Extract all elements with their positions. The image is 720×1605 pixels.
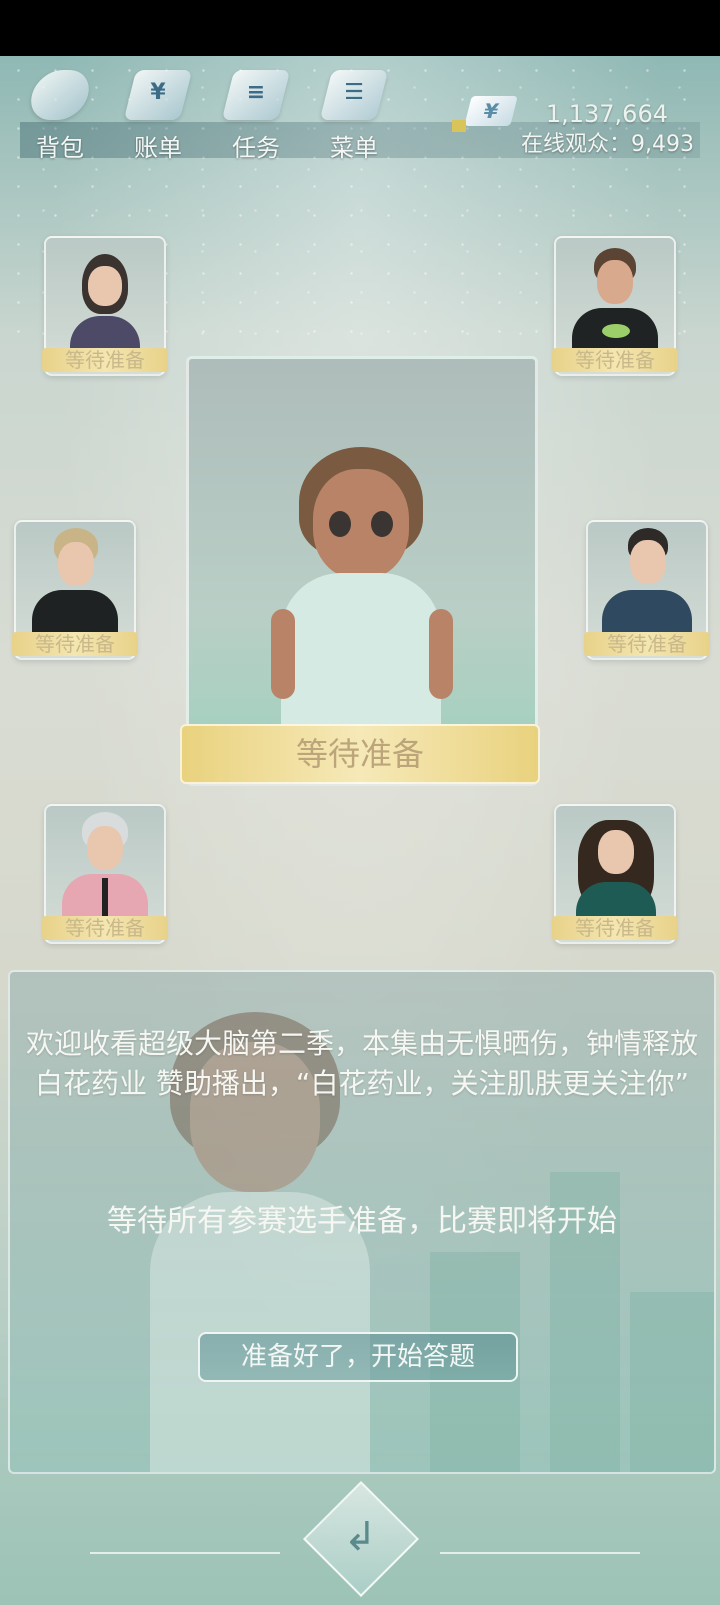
status-tag: 等待准备 xyxy=(42,348,168,372)
status-tag: 等待准备 xyxy=(12,632,138,656)
contestant-card[interactable]: 等待准备 xyxy=(552,236,678,376)
contestant-card[interactable]: 等待准备 xyxy=(42,804,168,944)
welcome-message: 欢迎收看超级大脑第二季，本集由无惧晒伤，钟情释放 白花药业 赞助播出，“白花药业… xyxy=(25,1027,698,1100)
contestant-card[interactable]: 等待准备 xyxy=(584,520,710,660)
decorative-line xyxy=(90,1552,280,1554)
bill-button[interactable]: ¥ 账单 xyxy=(118,66,198,162)
contestant-avatar xyxy=(48,808,162,920)
decorative-line xyxy=(440,1552,640,1554)
info-panel: 欢迎收看超级大脑第二季，本集由无惧晒伤，钟情释放 白花药业 赞助播出，“白花药业… xyxy=(8,970,716,1474)
contestant-avatar xyxy=(558,240,672,352)
task-button[interactable]: ≡ 任务 xyxy=(216,66,296,162)
backpack-icon xyxy=(25,70,95,120)
status-tag: 等待准备 xyxy=(42,916,168,940)
currency-chip xyxy=(452,120,466,132)
online-viewers: 在线观众：9,493 xyxy=(521,132,694,157)
ready-start-button[interactable]: 准备好了，开始答题 xyxy=(198,1332,518,1382)
bill-label: 账单 xyxy=(134,134,182,162)
contestant-card[interactable]: 等待准备 xyxy=(42,236,168,376)
back-arrow-icon: ↲ xyxy=(343,1514,377,1560)
task-label: 任务 xyxy=(232,134,280,162)
main-player-avatar xyxy=(189,359,535,783)
main-player-card[interactable] xyxy=(186,356,538,786)
status-bar xyxy=(0,0,720,56)
menu-label: 菜单 xyxy=(330,134,378,162)
status-tag: 等待准备 xyxy=(584,632,710,656)
status-tag: 等待准备 xyxy=(552,916,678,940)
money-amount: 1,137,664 xyxy=(545,100,668,128)
contestant-avatar xyxy=(48,240,162,352)
backpack-button[interactable]: 背包 xyxy=(20,66,100,162)
backpack-label: 背包 xyxy=(36,134,84,162)
contestant-card[interactable]: 等待准备 xyxy=(12,520,138,660)
contestant-avatar xyxy=(18,524,132,636)
contestant-avatar xyxy=(558,808,672,920)
waiting-message: 等待所有参赛选手准备，比赛即将开始 xyxy=(107,1204,617,1239)
contestant-card[interactable]: 等待准备 xyxy=(552,804,678,944)
status-tag: 等待准备 xyxy=(552,348,678,372)
contestant-avatar xyxy=(590,524,704,636)
city-silhouette xyxy=(630,1292,714,1472)
top-bar: 背包 ¥ 账单 ≡ 任务 ☰ 菜单 ¥ 1,137,664 在线观众：9,493 xyxy=(0,58,720,162)
main-player-status-tag: 等待准备 xyxy=(180,724,540,784)
menu-button[interactable]: ☰ 菜单 xyxy=(314,66,394,162)
currency-icon: ¥ xyxy=(464,96,518,126)
